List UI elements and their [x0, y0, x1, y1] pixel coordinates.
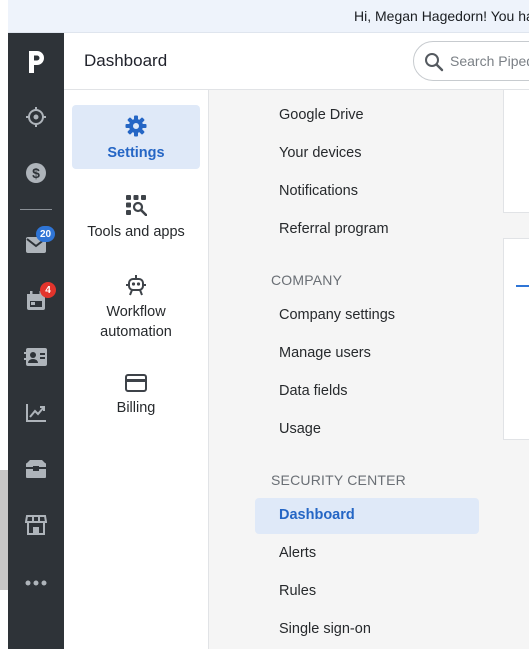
category-settings[interactable]: Settings [72, 105, 200, 169]
search-box[interactable] [413, 41, 529, 81]
marketplace-icon [25, 515, 47, 535]
rail-sales[interactable]: $ [8, 151, 64, 195]
dollar-icon: $ [26, 163, 46, 183]
settings-links: Google Drive Your devices Notifications … [209, 90, 503, 649]
target-icon [26, 107, 46, 127]
logo-icon [29, 51, 44, 73]
link-referral-program[interactable]: Referral program [279, 221, 389, 237]
link-your-devices[interactable]: Your devices [279, 145, 362, 161]
link-security-dashboard[interactable]: Dashboard [279, 507, 355, 523]
rail-separator [20, 209, 52, 210]
category-label: Billing [116, 400, 156, 416]
rail-deals[interactable] [8, 95, 64, 139]
rail-activities[interactable]: 4 [8, 279, 64, 323]
gear-icon [125, 115, 147, 137]
link-data-fields[interactable]: Data fields [279, 383, 348, 399]
category-label: Workflow automation [100, 304, 172, 340]
link-rules[interactable]: Rules [279, 583, 316, 599]
rail-contacts[interactable] [8, 335, 64, 379]
link-manage-users[interactable]: Manage users [279, 345, 371, 361]
category-workflow-automation[interactable]: Workflow automation [72, 274, 200, 354]
content-card [503, 89, 529, 213]
category-label: Settings [107, 145, 165, 161]
link-single-sign-on[interactable]: Single sign-on [279, 621, 371, 637]
background-page [0, 0, 8, 649]
rail-marketplace[interactable] [8, 503, 64, 547]
page-title: Dashboard [84, 51, 168, 70]
link-usage[interactable]: Usage [279, 421, 321, 437]
tools-icon [126, 195, 147, 216]
products-icon [26, 460, 46, 478]
robot-icon [126, 275, 146, 296]
search-icon [425, 53, 444, 72]
mail-badge: 20 [36, 226, 56, 242]
search-input[interactable] [450, 42, 529, 80]
svg-text:$: $ [32, 165, 40, 181]
rail-more[interactable] [8, 561, 64, 605]
category-billing[interactable]: Billing [72, 374, 200, 434]
more-icon [25, 580, 47, 586]
page-header: Dashboard [64, 33, 529, 90]
link-google-drive[interactable]: Google Drive [279, 107, 364, 123]
section-heading-security-center: SECURITY CENTER [271, 472, 406, 488]
active-tab-indicator [516, 285, 529, 287]
insights-icon [26, 404, 46, 422]
top-notice-bar: Hi, Megan Hagedorn! You ha [8, 0, 529, 33]
dashboard-content-partial [503, 89, 529, 649]
section-heading-company: COMPANY [271, 272, 343, 288]
pipedrive-logo[interactable] [8, 33, 64, 89]
content-card [503, 238, 529, 440]
settings-category-list: Settings Tools and apps Workflow automat… [64, 90, 209, 649]
contacts-icon [24, 348, 47, 366]
category-label: Tools and apps [87, 224, 185, 240]
main-nav-rail: $ 20 4 [8, 33, 64, 649]
rail-insights[interactable] [8, 391, 64, 435]
activities-badge: 4 [40, 282, 56, 298]
rail-mail[interactable]: 20 [8, 223, 64, 267]
background-shade [0, 470, 8, 590]
card-icon [125, 374, 147, 392]
link-notifications[interactable]: Notifications [279, 183, 358, 199]
greeting-text: Hi, Megan Hagedorn! You ha [354, 8, 529, 24]
link-alerts[interactable]: Alerts [279, 545, 316, 561]
rail-products[interactable] [8, 447, 64, 491]
category-tools-and-apps[interactable]: Tools and apps [72, 194, 200, 254]
link-company-settings[interactable]: Company settings [279, 307, 395, 323]
